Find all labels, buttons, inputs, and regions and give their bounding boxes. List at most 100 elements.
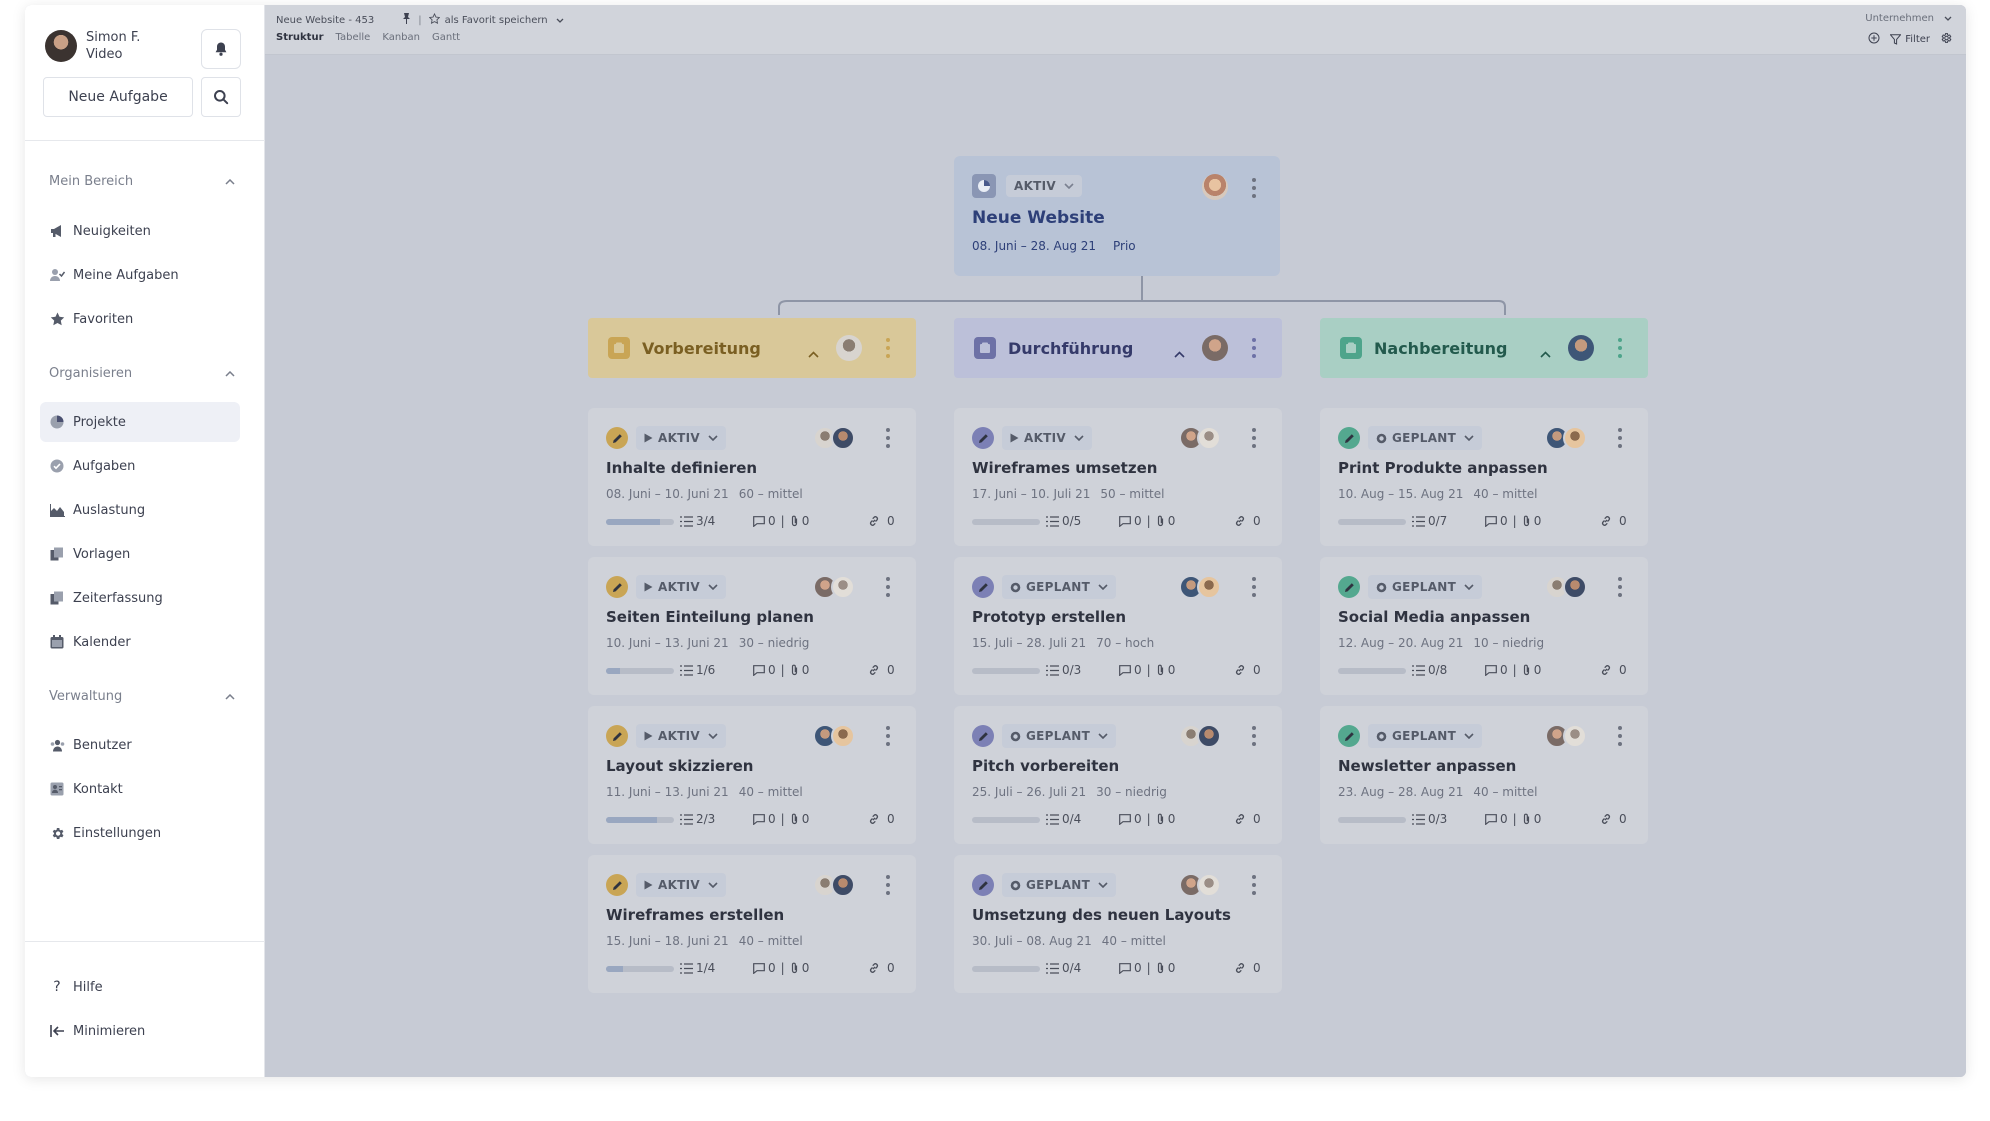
assignee-avatars[interactable] bbox=[1545, 426, 1587, 450]
column-header-durchführung[interactable]: Durchführung bbox=[954, 318, 1282, 378]
task-title[interactable]: Wireframes umsetzen bbox=[972, 459, 1157, 477]
notifications-button[interactable] bbox=[201, 29, 241, 69]
column-header-nachbereitung[interactable]: Nachbereitung bbox=[1320, 318, 1648, 378]
more-options-button[interactable] bbox=[1616, 726, 1624, 746]
edit-button[interactable] bbox=[606, 725, 628, 747]
subtask-count[interactable]: 1/6 bbox=[680, 663, 715, 677]
task-card[interactable]: GEPLANT Print Produkte anpassen 10. Aug – … bbox=[1320, 408, 1648, 546]
tab-gantt[interactable]: Gantt bbox=[432, 32, 460, 43]
links[interactable]: 0 bbox=[1234, 812, 1261, 826]
edit-button[interactable] bbox=[1338, 725, 1360, 747]
links[interactable]: 0 bbox=[868, 812, 895, 826]
sidebar-item-zeiterfassung[interactable]: Zeiterfassung bbox=[40, 578, 240, 618]
tab-tabelle[interactable]: Tabelle bbox=[336, 32, 371, 43]
task-card[interactable]: AKTIV Wireframes erstellen 15. Juni – 18. … bbox=[588, 855, 916, 993]
subtask-count[interactable]: 2/3 bbox=[680, 812, 715, 826]
edit-button[interactable] bbox=[606, 576, 628, 598]
more-options-button[interactable] bbox=[1250, 338, 1258, 358]
tab-struktur[interactable]: Struktur bbox=[276, 32, 324, 43]
task-card[interactable]: AKTIV Wireframes umsetzen 17. Juni – 10. J… bbox=[954, 408, 1282, 546]
sidebar-item-meine-aufgaben[interactable]: Meine Aufgaben bbox=[40, 255, 240, 295]
subtask-count[interactable]: 0/8 bbox=[1412, 663, 1447, 677]
more-options-button[interactable] bbox=[1250, 178, 1258, 198]
comments-attachments[interactable]: 0 | 0 bbox=[1119, 663, 1175, 677]
more-options-button[interactable] bbox=[1250, 577, 1258, 597]
task-title[interactable]: Inhalte definieren bbox=[606, 459, 757, 477]
more-options-button[interactable] bbox=[884, 428, 892, 448]
sidebar-item-auslastung[interactable]: Auslastung bbox=[40, 490, 240, 530]
links[interactable]: 0 bbox=[1234, 961, 1261, 975]
edit-button[interactable] bbox=[606, 427, 628, 449]
add-circle-icon[interactable] bbox=[1868, 32, 1880, 47]
task-title[interactable]: Seiten Einteilung planen bbox=[606, 608, 814, 626]
minimize-button[interactable]: Minimieren bbox=[40, 1011, 240, 1051]
assignee-avatars[interactable] bbox=[1179, 575, 1221, 599]
task-card[interactable]: AKTIV Layout skizzieren 11. Juni – 13. Jun… bbox=[588, 706, 916, 844]
status-dropdown[interactable]: GEPLANT bbox=[1002, 724, 1117, 748]
sidebar-item-aufgaben[interactable]: Aufgaben bbox=[40, 446, 240, 486]
sidebar-item-projekte[interactable]: Projekte bbox=[40, 402, 240, 442]
subtask-count[interactable]: 3/4 bbox=[680, 514, 715, 528]
links[interactable]: 0 bbox=[1600, 514, 1627, 528]
edit-button[interactable] bbox=[972, 576, 994, 598]
status-dropdown[interactable]: AKTIV bbox=[636, 724, 727, 748]
subtask-count[interactable]: 0/4 bbox=[1046, 961, 1081, 975]
assignee-avatars[interactable] bbox=[1179, 873, 1221, 897]
status-dropdown[interactable]: GEPLANT bbox=[1002, 575, 1117, 599]
project-title[interactable]: Neue Website bbox=[972, 208, 1105, 228]
links[interactable]: 0 bbox=[868, 961, 895, 975]
subtask-count[interactable]: 0/5 bbox=[1046, 514, 1081, 528]
more-options-button[interactable] bbox=[1250, 428, 1258, 448]
task-card[interactable]: GEPLANT Social Media anpassen 12. Aug – 20… bbox=[1320, 557, 1648, 695]
assignee-avatars[interactable] bbox=[1179, 724, 1221, 748]
tab-kanban[interactable]: Kanban bbox=[382, 32, 420, 43]
assignee-avatars[interactable] bbox=[1179, 426, 1221, 450]
assignee-avatars[interactable] bbox=[813, 724, 855, 748]
status-dropdown[interactable]: AKTIV bbox=[636, 426, 727, 450]
edit-button[interactable] bbox=[972, 874, 994, 896]
more-options-button[interactable] bbox=[884, 726, 892, 746]
edit-button[interactable] bbox=[972, 427, 994, 449]
comments-attachments[interactable]: 0 | 0 bbox=[753, 961, 809, 975]
assignee-avatars[interactable] bbox=[813, 426, 855, 450]
chevron-up-icon[interactable] bbox=[1174, 343, 1185, 362]
comments-attachments[interactable]: 0 | 0 bbox=[1119, 961, 1175, 975]
more-options-button[interactable] bbox=[884, 875, 892, 895]
subtask-count[interactable]: 1/4 bbox=[680, 961, 715, 975]
task-card[interactable]: AKTIV Inhalte definieren 08. Juni – 10. Ju… bbox=[588, 408, 916, 546]
task-card[interactable]: GEPLANT Prototyp erstellen 15. Juli – 28. … bbox=[954, 557, 1282, 695]
more-options-button[interactable] bbox=[1250, 875, 1258, 895]
task-card[interactable]: GEPLANT Newsletter anpassen 23. Aug – 28. … bbox=[1320, 706, 1648, 844]
edit-button[interactable] bbox=[1338, 427, 1360, 449]
subtask-count[interactable]: 0/3 bbox=[1046, 663, 1081, 677]
task-title[interactable]: Umsetzung des neuen Layouts bbox=[972, 906, 1231, 924]
section-mein-bereich[interactable]: Mein Bereich bbox=[49, 174, 235, 189]
column-header-vorbereitung[interactable]: Vorbereitung bbox=[588, 318, 916, 378]
task-title[interactable]: Newsletter anpassen bbox=[1338, 757, 1516, 775]
more-options-button[interactable] bbox=[1616, 577, 1624, 597]
status-dropdown[interactable]: AKTIV bbox=[1006, 175, 1083, 197]
assignee-avatars[interactable] bbox=[1545, 724, 1587, 748]
links[interactable]: 0 bbox=[868, 514, 895, 528]
chevron-up-icon[interactable] bbox=[1540, 343, 1551, 362]
edit-button[interactable] bbox=[1338, 576, 1360, 598]
star-icon[interactable] bbox=[428, 12, 440, 27]
assignee-avatars[interactable] bbox=[813, 873, 855, 897]
subtask-count[interactable]: 0/7 bbox=[1412, 514, 1447, 528]
chevron-up-icon[interactable] bbox=[808, 343, 819, 362]
links[interactable]: 0 bbox=[1234, 514, 1261, 528]
sidebar-item-neuigkeiten[interactable]: Neuigkeiten bbox=[40, 211, 240, 251]
edit-button[interactable] bbox=[606, 874, 628, 896]
comments-attachments[interactable]: 0 | 0 bbox=[1485, 514, 1541, 528]
project-card[interactable]: AKTIV Neue Website 08. Juni – 28. Aug 21… bbox=[954, 156, 1280, 276]
task-title[interactable]: Layout skizzieren bbox=[606, 757, 753, 775]
sidebar-item-favoriten[interactable]: Favoriten bbox=[40, 299, 240, 339]
comments-attachments[interactable]: 0 | 0 bbox=[1119, 812, 1175, 826]
more-options-button[interactable] bbox=[1616, 428, 1624, 448]
section-verwaltung[interactable]: Verwaltung bbox=[49, 689, 235, 704]
status-dropdown[interactable]: AKTIV bbox=[636, 873, 727, 897]
status-dropdown[interactable]: GEPLANT bbox=[1002, 873, 1117, 897]
more-options-button[interactable] bbox=[1250, 726, 1258, 746]
help-button[interactable]: ? Hilfe bbox=[40, 967, 240, 1007]
task-title[interactable]: Pitch vorbereiten bbox=[972, 757, 1119, 775]
